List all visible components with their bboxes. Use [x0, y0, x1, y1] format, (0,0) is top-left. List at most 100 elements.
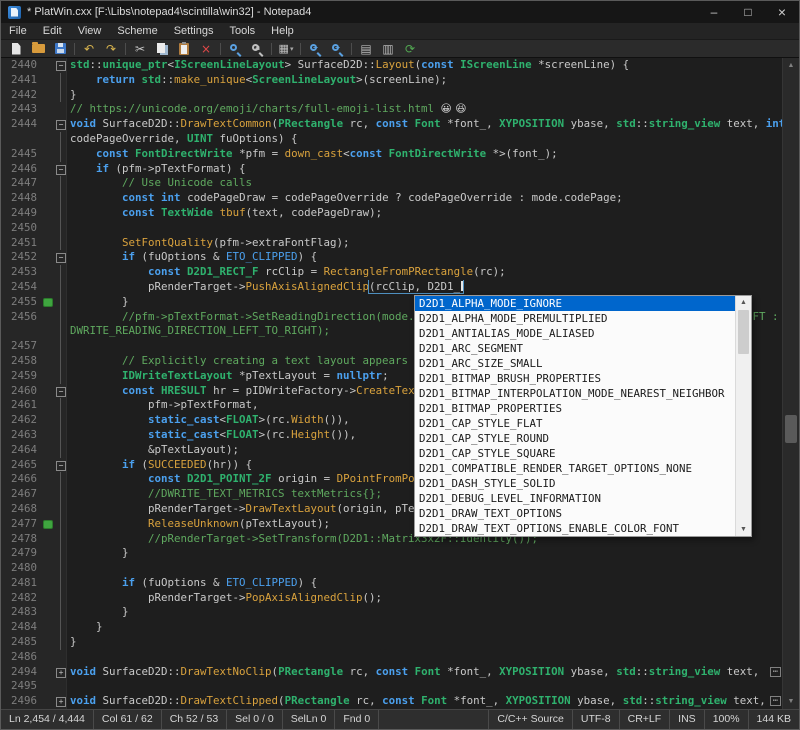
find-icon[interactable] — [224, 41, 246, 57]
line-number[interactable]: 2465 — [1, 458, 41, 473]
paste-icon[interactable] — [173, 41, 195, 57]
code-text[interactable]: pRenderTarget->PushAxisAlignedClip(rcCli… — [67, 280, 782, 295]
line-number[interactable]: 2459 — [1, 369, 41, 384]
fold-toggle-icon[interactable] — [54, 117, 67, 132]
fold-toggle-icon[interactable] — [54, 162, 67, 177]
replace-icon[interactable]: a — [246, 41, 268, 57]
bookmark-margin[interactable] — [41, 502, 54, 517]
view-list-icon[interactable]: ▤ — [355, 41, 377, 57]
line-number[interactable]: 2483 — [1, 605, 41, 620]
code-text[interactable] — [67, 679, 782, 694]
autocomplete-item[interactable]: D2D1_CAP_STYLE_ROUND — [415, 431, 735, 446]
bookmark-margin[interactable] — [41, 384, 54, 399]
scheme-select[interactable]: ▦▾ — [275, 41, 297, 57]
code-text[interactable]: } — [67, 88, 782, 103]
minimize-button[interactable]: – — [697, 1, 731, 23]
code-text[interactable]: if (fuOptions & ETO_CLIPPED) { — [67, 250, 782, 265]
bookmark-margin[interactable] — [41, 339, 54, 354]
bookmark-margin[interactable] — [41, 73, 54, 88]
menu-file[interactable]: File — [1, 25, 35, 37]
bookmark-margin[interactable] — [41, 665, 54, 680]
status-found[interactable]: Fnd 0 — [335, 710, 379, 729]
line-number[interactable]: 2480 — [1, 561, 41, 576]
bookmark-margin[interactable] — [41, 58, 54, 73]
line-number[interactable]: 2462 — [1, 413, 41, 428]
autocomplete-item[interactable]: D2D1_ANTIALIAS_MODE_ALIASED — [415, 326, 735, 341]
bookmark-margin[interactable] — [41, 605, 54, 620]
bookmark-margin[interactable] — [41, 250, 54, 265]
line-number[interactable]: 2464 — [1, 443, 41, 458]
autocomplete-scrollbar[interactable]: ▲ ▼ — [735, 296, 751, 536]
autocomplete-item[interactable]: D2D1_DRAW_TEXT_OPTIONS_ENABLE_COLOR_FONT — [415, 521, 735, 536]
autocomplete-item[interactable]: D2D1_BITMAP_INTERPOLATION_MODE_NEAREST_N… — [415, 386, 735, 401]
bookmark-margin[interactable] — [41, 561, 54, 576]
status-file-size[interactable]: 144 KB — [748, 710, 799, 729]
new-file-icon[interactable] — [5, 41, 27, 57]
line-number[interactable]: 2449 — [1, 206, 41, 221]
code-text[interactable]: // Use Unicode calls — [67, 176, 782, 191]
view-grid-icon[interactable]: ▥ — [377, 41, 399, 57]
fold-toggle-icon[interactable] — [54, 694, 67, 709]
zoom-in-icon[interactable]: + — [326, 41, 348, 57]
bookmark-margin[interactable] — [41, 369, 54, 384]
autocomplete-item[interactable]: D2D1_DEBUG_LEVEL_INFORMATION — [415, 491, 735, 506]
bookmark-margin[interactable] — [41, 176, 54, 191]
bookmark-margin[interactable] — [41, 487, 54, 502]
bookmark-margin[interactable] — [41, 102, 54, 117]
line-number[interactable]: 2496 — [1, 694, 41, 709]
code-text[interactable]: void SurfaceD2D::DrawTextClipped(PRectan… — [67, 694, 782, 709]
autocomplete-item[interactable]: D2D1_ARC_SIZE_SMALL — [415, 356, 735, 371]
code-text[interactable]: const D2D1_RECT_F rcClip = RectangleFrom… — [67, 265, 782, 280]
menu-edit[interactable]: Edit — [35, 25, 70, 37]
zoom-out-icon[interactable]: − — [304, 41, 326, 57]
bookmark-margin[interactable] — [41, 398, 54, 413]
autocomplete-scrollbar-thumb[interactable] — [738, 310, 749, 354]
line-number[interactable]: 2453 — [1, 265, 41, 280]
code-text[interactable] — [67, 650, 782, 665]
status-selection[interactable]: Sel 0 / 0 — [227, 710, 283, 729]
autocomplete-item[interactable]: D2D1_BITMAP_BRUSH_PROPERTIES — [415, 371, 735, 386]
autocomplete-scroll-down-icon[interactable]: ▼ — [736, 523, 751, 536]
reload-icon[interactable]: ⟳ — [399, 41, 421, 57]
code-text[interactable]: if (fuOptions & ETO_CLIPPED) { — [67, 576, 782, 591]
bookmark-margin[interactable] — [41, 236, 54, 251]
line-number[interactable]: 2461 — [1, 398, 41, 413]
code-text[interactable]: } — [67, 605, 782, 620]
line-number[interactable]: 2495 — [1, 679, 41, 694]
bookmark-margin[interactable] — [41, 324, 54, 339]
bookmark-margin[interactable] — [41, 650, 54, 665]
autocomplete-item[interactable]: D2D1_ALPHA_MODE_IGNORE — [415, 296, 735, 311]
scroll-up-icon[interactable]: ▲ — [783, 58, 799, 73]
bookmark-margin[interactable] — [41, 117, 54, 132]
line-number[interactable]: 2481 — [1, 576, 41, 591]
redo-icon[interactable]: ↷ — [100, 41, 122, 57]
bookmark-margin[interactable] — [41, 679, 54, 694]
menu-view[interactable]: View — [70, 25, 110, 37]
bookmark-margin[interactable] — [41, 576, 54, 591]
autocomplete-item[interactable]: D2D1_DASH_STYLE_SOLID — [415, 476, 735, 491]
fold-toggle-icon[interactable] — [54, 250, 67, 265]
bookmark-margin[interactable] — [41, 546, 54, 561]
line-number[interactable]: 2445 — [1, 147, 41, 162]
editor-vertical-scrollbar[interactable]: ▲ ▼ — [782, 58, 799, 709]
status-line[interactable]: Ln 2,454 / 4,444 — [1, 710, 94, 729]
status-eol[interactable]: CR+LF — [619, 710, 670, 729]
close-button[interactable]: × — [765, 1, 799, 23]
line-number[interactable]: 2463 — [1, 428, 41, 443]
line-number[interactable]: 2494 — [1, 665, 41, 680]
line-number[interactable]: 2446 — [1, 162, 41, 177]
autocomplete-item[interactable]: D2D1_ALPHA_MODE_PREMULTIPLIED — [415, 311, 735, 326]
status-scheme[interactable]: C/C++ Source — [488, 710, 572, 729]
line-number[interactable]: 2467 — [1, 487, 41, 502]
status-zoom[interactable]: 100% — [704, 710, 748, 729]
line-number[interactable]: 2457 — [1, 339, 41, 354]
line-number[interactable]: 2468 — [1, 502, 41, 517]
line-number[interactable]: 2451 — [1, 236, 41, 251]
bookmark-margin[interactable] — [41, 443, 54, 458]
bookmark-margin[interactable] — [41, 310, 54, 325]
copy-icon[interactable] — [151, 41, 173, 57]
delete-icon[interactable]: × — [195, 41, 217, 57]
bookmark-margin[interactable] — [41, 472, 54, 487]
line-number[interactable]: 2454 — [1, 280, 41, 295]
bookmark-margin[interactable] — [41, 591, 54, 606]
